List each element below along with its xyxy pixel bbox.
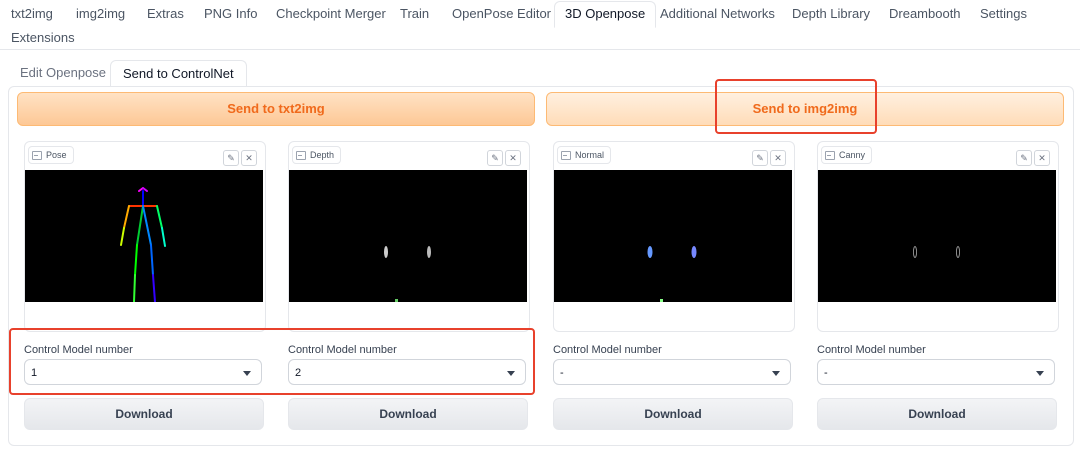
image-icon bbox=[32, 150, 42, 160]
image-icon bbox=[296, 150, 306, 160]
tab-train[interactable]: Train bbox=[400, 2, 429, 26]
pencil-icon[interactable]: ✎ bbox=[487, 150, 503, 166]
highlight-box-send bbox=[715, 79, 877, 134]
tab-send-to-controlnet[interactable]: Send to ControlNet bbox=[110, 60, 247, 88]
tab-extensions[interactable]: Extensions bbox=[11, 26, 75, 50]
tab-edit-openpose[interactable]: Edit Openpose bbox=[20, 60, 106, 86]
tab-openpose-editor[interactable]: OpenPose Editor bbox=[452, 2, 551, 26]
tab-img2img[interactable]: img2img bbox=[76, 2, 125, 26]
chevron-down-icon bbox=[1036, 371, 1044, 376]
send-to-txt2img-button[interactable]: Send to txt2img bbox=[17, 92, 535, 126]
pencil-icon[interactable]: ✎ bbox=[223, 150, 239, 166]
tab-txt2img[interactable]: txt2img bbox=[11, 2, 53, 26]
tab-extras[interactable]: Extras bbox=[147, 2, 184, 26]
pose-label: Pose bbox=[28, 146, 74, 164]
image-icon bbox=[825, 150, 835, 160]
normal-canvas bbox=[554, 170, 792, 302]
control-model-label: Control Model number bbox=[817, 344, 926, 356]
download-button[interactable]: Download bbox=[817, 398, 1057, 430]
tab-3d-openpose[interactable]: 3D Openpose bbox=[554, 1, 657, 28]
highlight-box-control-model bbox=[9, 328, 535, 395]
chevron-down-icon bbox=[772, 371, 780, 376]
canny-label: Canny bbox=[821, 146, 873, 164]
download-button[interactable]: Download bbox=[288, 398, 528, 430]
top-tab-bar: txt2img img2img Extras PNG Info Checkpoi… bbox=[0, 0, 1080, 50]
normal-image-card: Normal ✎ ✕ bbox=[553, 141, 795, 332]
depth-label: Depth bbox=[292, 146, 342, 164]
pose-image-card: Pose ✎ ✕ bbox=[24, 141, 266, 332]
tab-checkpoint-merger[interactable]: Checkpoint Merger bbox=[276, 2, 386, 26]
pencil-icon[interactable]: ✎ bbox=[1016, 150, 1032, 166]
close-icon[interactable]: ✕ bbox=[1034, 150, 1050, 166]
tab-depth-library[interactable]: Depth Library bbox=[792, 2, 870, 26]
tab-settings[interactable]: Settings bbox=[980, 2, 1027, 26]
canny-canvas bbox=[818, 170, 1056, 302]
depth-canvas bbox=[289, 170, 527, 302]
control-model-select[interactable]: - bbox=[817, 359, 1055, 385]
control-model-label: Control Model number bbox=[553, 344, 662, 356]
download-button[interactable]: Download bbox=[24, 398, 264, 430]
close-icon[interactable]: ✕ bbox=[770, 150, 786, 166]
normal-label: Normal bbox=[557, 146, 612, 164]
tab-additional-networks[interactable]: Additional Networks bbox=[660, 2, 775, 26]
control-model-select[interactable]: - bbox=[553, 359, 791, 385]
pose-canvas bbox=[25, 170, 263, 302]
canny-image-card: Canny ✎ ✕ bbox=[817, 141, 1059, 332]
close-icon[interactable]: ✕ bbox=[241, 150, 257, 166]
image-icon bbox=[561, 150, 571, 160]
depth-image-card: Depth ✎ ✕ bbox=[288, 141, 530, 332]
pencil-icon[interactable]: ✎ bbox=[752, 150, 768, 166]
tab-dreambooth[interactable]: Dreambooth bbox=[889, 2, 961, 26]
tab-png-info[interactable]: PNG Info bbox=[204, 2, 257, 26]
download-button[interactable]: Download bbox=[553, 398, 793, 430]
close-icon[interactable]: ✕ bbox=[505, 150, 521, 166]
tab-divider bbox=[0, 49, 1080, 50]
